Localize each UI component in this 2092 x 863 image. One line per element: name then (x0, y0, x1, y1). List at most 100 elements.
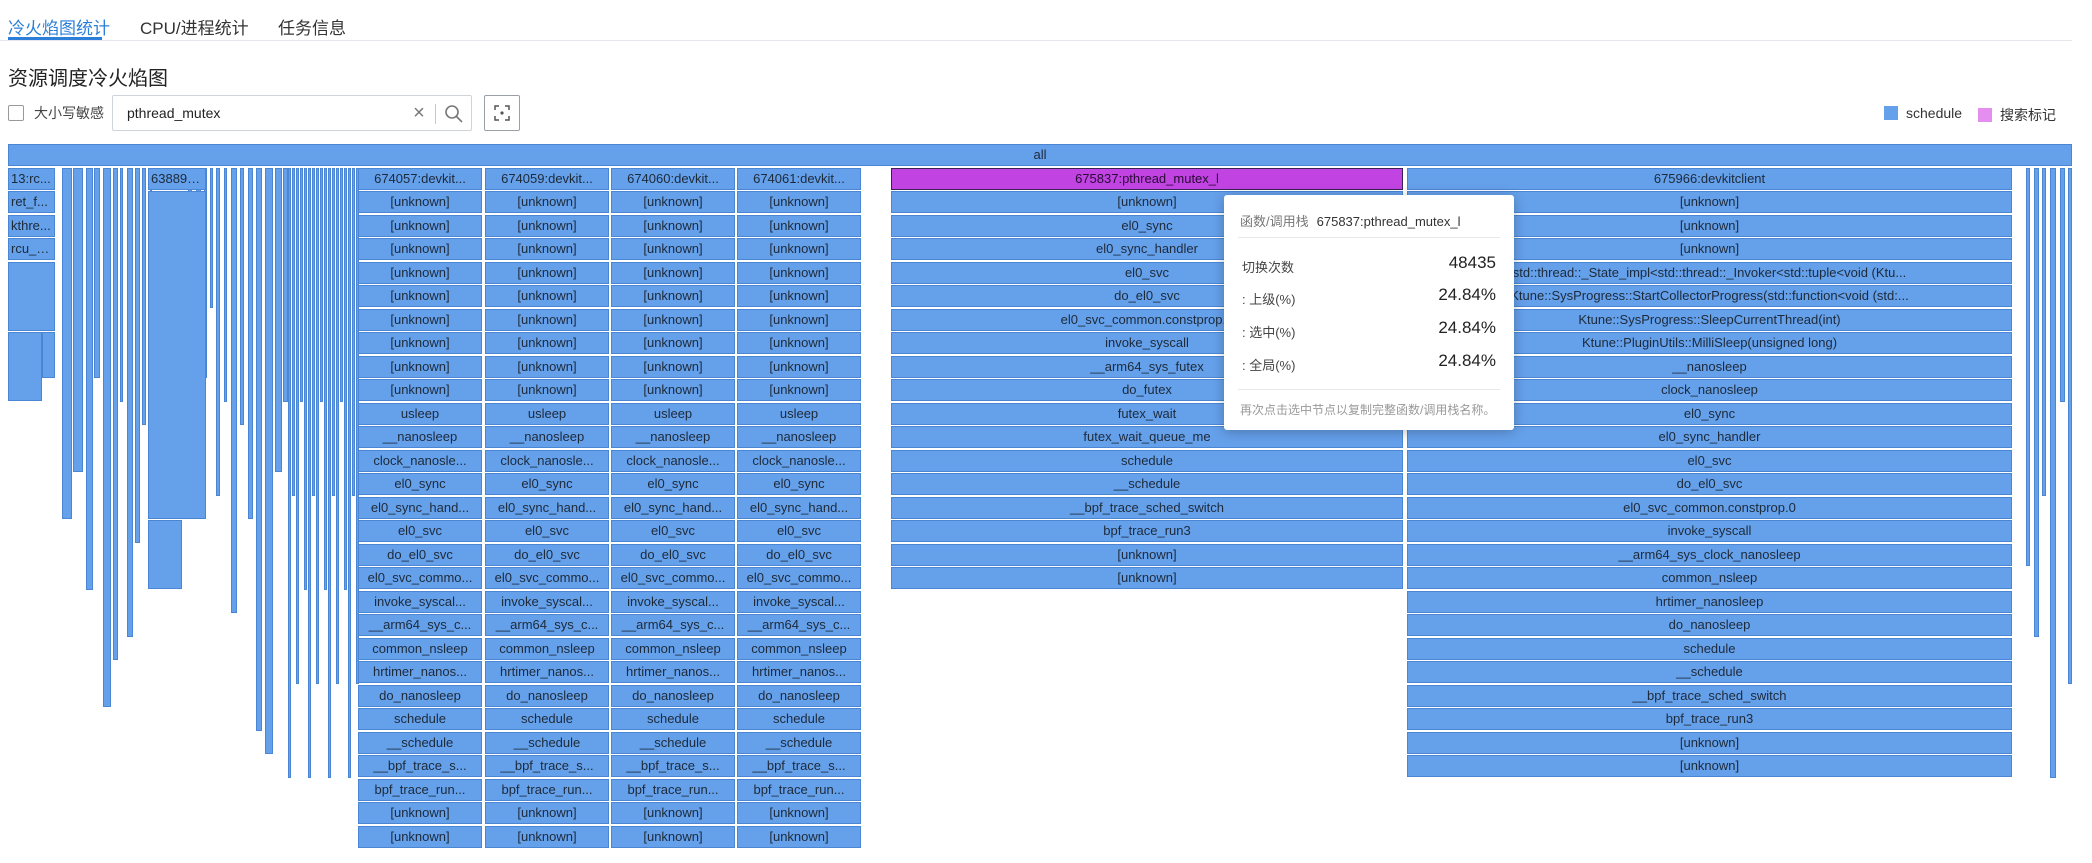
flame-frame-column[interactable] (216, 168, 220, 496)
flame-frame[interactable]: clock_nanosle... (485, 450, 609, 472)
search-input[interactable] (125, 96, 395, 130)
flame-frame[interactable]: [unknown] (358, 238, 482, 260)
tab-task-info[interactable]: 任务信息 (278, 14, 346, 39)
flame-frame[interactable]: [unknown] (485, 215, 609, 237)
flame-frame[interactable]: el0_svc (485, 520, 609, 542)
flame-frame[interactable]: [unknown] (737, 191, 861, 213)
flame-frame[interactable]: el0_svc_commo... (485, 567, 609, 589)
flame-frame[interactable]: [unknown] (1407, 755, 2012, 777)
flame-frame[interactable]: do_nanosleep (1407, 614, 2012, 636)
flame-frame[interactable]: __schedule (485, 732, 609, 754)
flame-frame[interactable]: [unknown] (611, 309, 735, 331)
flame-frame[interactable]: __bpf_trace_sched_switch (891, 497, 1403, 519)
flame-frame[interactable]: [unknown] (737, 332, 861, 354)
flame-frame[interactable]: common_nsleep (737, 638, 861, 660)
flame-frame[interactable]: __nanosleep (358, 426, 482, 448)
flame-frame-column[interactable] (2060, 168, 2065, 402)
flame-frame-column[interactable] (135, 168, 140, 543)
flame-frame[interactable]: invoke_syscal... (358, 591, 482, 613)
flame-frame[interactable]: common_nsleep (358, 638, 482, 660)
flame-frame[interactable]: do_nanosleep (485, 685, 609, 707)
flame-frame[interactable]: el0_sync_hand... (611, 497, 735, 519)
flame-frame[interactable]: bpf_trace_run3 (1407, 708, 2012, 730)
flame-frame-column[interactable] (2034, 168, 2039, 637)
flame-frame[interactable]: hrtimer_nanos... (485, 661, 609, 683)
flame-frame[interactable]: [unknown] (358, 802, 482, 824)
flame-frame[interactable]: [unknown] (611, 332, 735, 354)
flame-frame[interactable]: bpf_trace_run3 (891, 520, 1403, 542)
flame-frame[interactable]: [unknown] (485, 285, 609, 307)
flame-frame[interactable]: bpf_trace_run... (358, 779, 482, 801)
flame-frame[interactable]: bpf_trace_run... (611, 779, 735, 801)
fullscreen-button[interactable] (484, 95, 520, 131)
flame-frame[interactable]: [unknown] (485, 262, 609, 284)
flame-frame[interactable]: __schedule (358, 732, 482, 754)
flame-frame-column[interactable] (2042, 168, 2046, 496)
flame-frame[interactable]: __bpf_trace_sched_switch (1407, 685, 2012, 707)
flame-frame-column[interactable] (62, 168, 72, 519)
flame-frame-column[interactable] (300, 168, 303, 402)
flame-frame[interactable]: __nanosleep (737, 426, 861, 448)
flame-frame-column[interactable] (94, 168, 100, 378)
flame-frame-column[interactable] (328, 168, 331, 778)
flame-frame[interactable]: kthre... (8, 215, 55, 237)
flame-frame-column[interactable] (275, 168, 282, 472)
flame-frame[interactable]: rcu_g... (8, 238, 55, 260)
flame-frame[interactable]: __arm64_sys_c... (358, 614, 482, 636)
flame-frame[interactable]: [unknown] (485, 332, 609, 354)
flame-frame[interactable]: usleep (358, 403, 482, 425)
flame-frame-column[interactable] (127, 168, 133, 637)
flame-frame[interactable]: __schedule (611, 732, 735, 754)
flame-frame[interactable]: do_nanosleep (358, 685, 482, 707)
flame-frame[interactable]: [unknown] (737, 826, 861, 848)
flame-frame[interactable]: el0_sync_hand... (485, 497, 609, 519)
flame-frame[interactable]: ret_f... (8, 191, 55, 213)
flame-frame[interactable]: do_nanosleep (611, 685, 735, 707)
flame-frame[interactable]: [unknown] (611, 262, 735, 284)
flame-frame-column[interactable] (231, 168, 237, 613)
flame-frame-column[interactable] (248, 168, 253, 519)
flame-frame[interactable]: hrtimer_nanos... (611, 661, 735, 683)
flame-frame-column[interactable] (210, 168, 213, 308)
flame-frame[interactable]: [unknown] (358, 285, 482, 307)
case-sensitive-option[interactable]: 大小写敏感 (8, 103, 104, 123)
flame-frame[interactable]: __schedule (737, 732, 861, 754)
flame-frame[interactable]: common_nsleep (611, 638, 735, 660)
flame-frame[interactable]: [unknown] (485, 802, 609, 824)
flame-frame[interactable]: [unknown] (358, 332, 482, 354)
flame-frame-column[interactable] (86, 168, 93, 590)
flame-frame[interactable]: __nanosleep (485, 426, 609, 448)
flame-frame[interactable]: [unknown] (485, 309, 609, 331)
flame-frame[interactable]: el0_svc_commo... (358, 567, 482, 589)
flame-frame[interactable]: bpf_trace_run... (485, 779, 609, 801)
flame-frame-column[interactable] (348, 168, 351, 778)
flame-frame[interactable]: common_nsleep (485, 638, 609, 660)
search-icon[interactable] (443, 103, 465, 125)
flame-frame-column[interactable] (296, 168, 299, 684)
flame-frame-column[interactable] (256, 168, 262, 731)
flame-frame[interactable]: [unknown] (737, 379, 861, 401)
flame-frame[interactable]: [unknown] (611, 802, 735, 824)
flame-frame[interactable]: schedule (358, 708, 482, 730)
flame-frame-column[interactable] (142, 168, 146, 425)
flame-frame-column[interactable] (344, 168, 347, 590)
flame-frame[interactable]: 13:rc... (8, 168, 55, 190)
flame-frame-column[interactable] (316, 168, 319, 684)
flame-frame-column[interactable] (224, 168, 227, 402)
flame-frame-column[interactable] (308, 168, 311, 778)
flame-frame-devkit-root[interactable]: 674061:devkit... (737, 168, 861, 190)
flame-frame[interactable]: __schedule (1407, 661, 2012, 683)
flame-frame[interactable]: __arm64_sys_c... (611, 614, 735, 636)
flame-frame-column[interactable] (2068, 168, 2072, 684)
clear-icon[interactable]: × (409, 102, 429, 124)
case-sensitive-checkbox[interactable] (8, 105, 24, 121)
flame-frame-devkit-root[interactable]: 674057:devkit... (358, 168, 482, 190)
tab-cold-flame-stats[interactable]: 冷火焰图统计 (8, 14, 110, 39)
tab-cpu-process-stats[interactable]: CPU/进程统计 (140, 14, 249, 39)
flame-frame[interactable]: usleep (485, 403, 609, 425)
flame-frame[interactable]: do_el0_svc (1407, 473, 2012, 495)
flame-frame[interactable]: __arm64_sys_c... (485, 614, 609, 636)
flame-frame-column[interactable] (148, 191, 206, 519)
flame-frame-column[interactable] (352, 168, 355, 496)
flame-frame[interactable]: el0_svc (358, 520, 482, 542)
